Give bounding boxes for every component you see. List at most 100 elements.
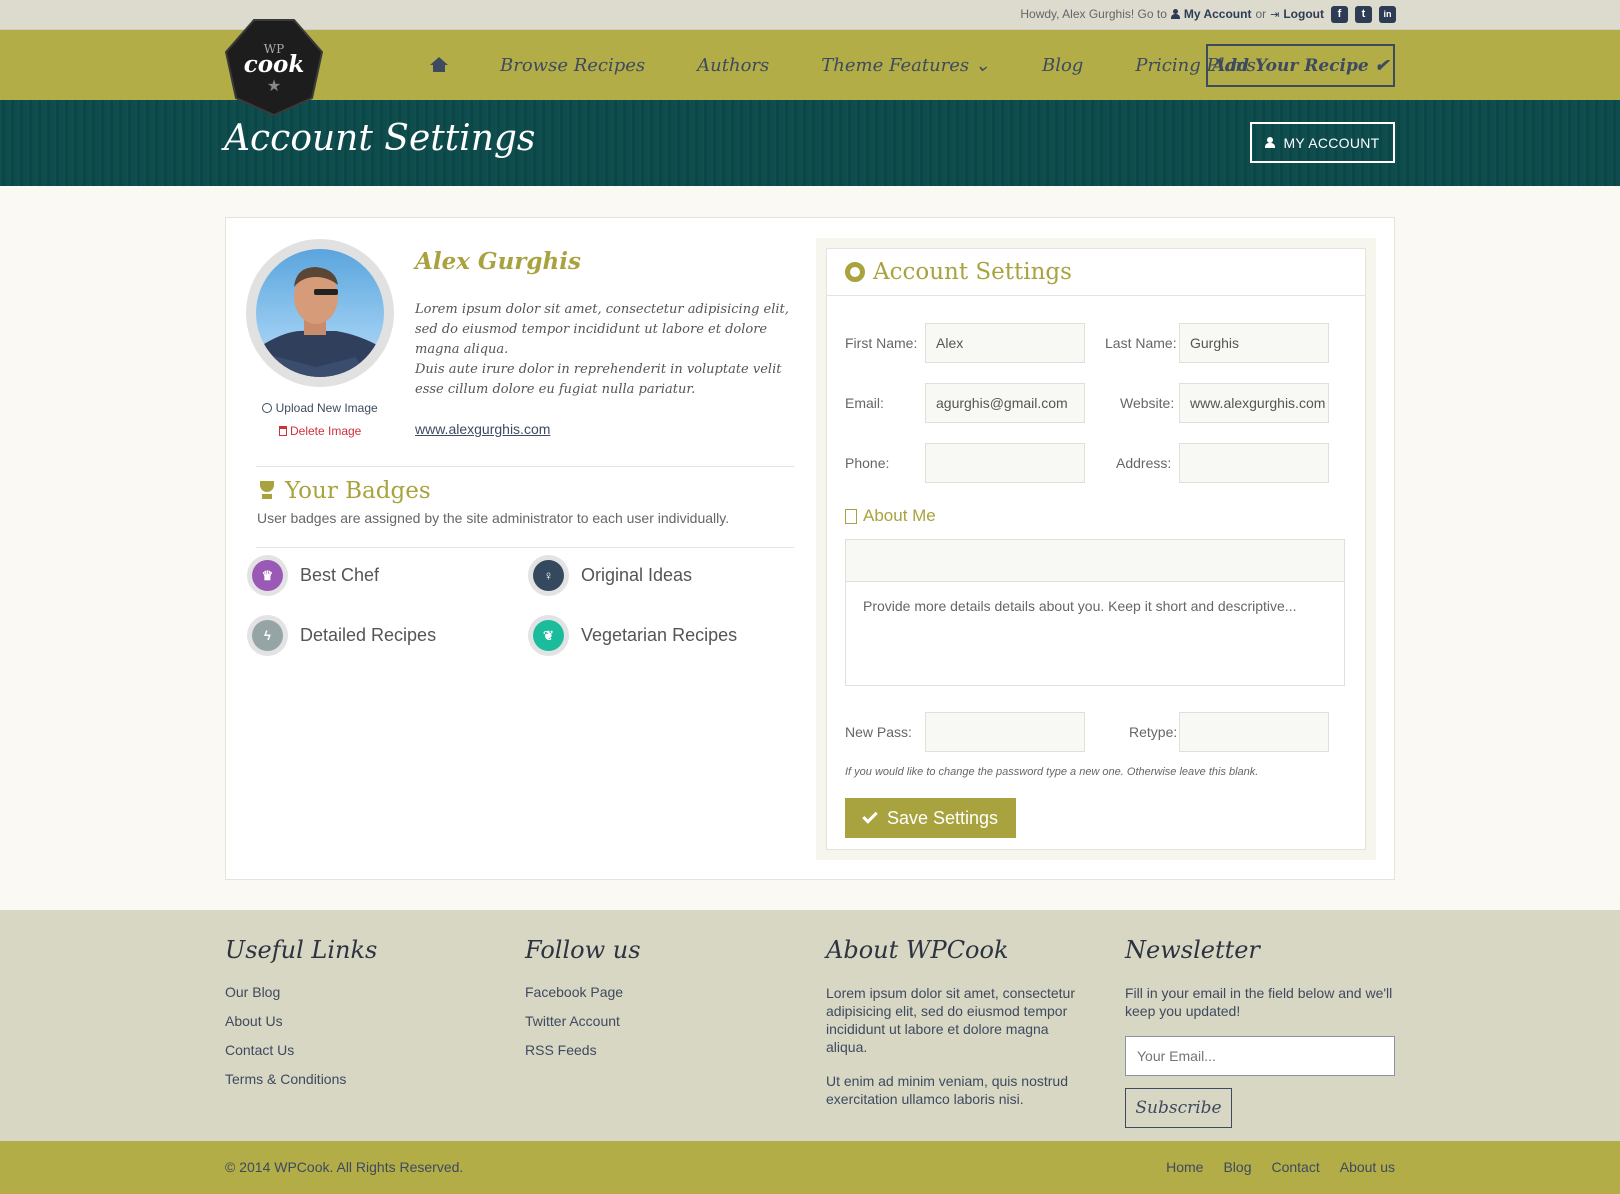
phone-input[interactable] [925,443,1085,483]
bottom-link-home[interactable]: Home [1166,1159,1203,1175]
nav-theme-features[interactable]: Theme Features ⌄ [821,55,990,76]
gear-icon [845,262,865,282]
check-icon [862,808,878,824]
check-icon: ✔ [1374,55,1389,76]
my-account-link[interactable]: My Account [1184,7,1252,21]
user-icon [1265,137,1276,148]
footer-link-about-us[interactable]: About Us [225,1013,485,1029]
badge-icon-ring: ♛ [247,555,288,596]
profile-website-link[interactable]: www.alexgurghis.com [415,421,550,437]
badge-label: Best Chef [300,565,380,585]
first-name-label: First Name: [845,335,918,351]
footer-link-rss[interactable]: RSS Feeds [525,1042,785,1058]
bottom-link-about-us[interactable]: About us [1340,1159,1395,1175]
save-settings-label: Save Settings [886,807,999,828]
footer-link-facebook[interactable]: Facebook Page [525,984,785,1000]
logout-icon: ⇥ [1270,8,1280,21]
social-links: f t in [1331,6,1396,23]
star-icon: ★ [266,78,282,95]
save-settings-button[interactable]: Save Settings [845,798,1016,838]
email-input[interactable] [925,383,1085,423]
about-me-textarea[interactable] [846,582,1344,684]
nav-browse-recipes[interactable]: Browse Recipes [500,55,645,76]
retype-label: Retype: [1129,724,1178,740]
password-note: If you would like to change the password… [845,766,1259,778]
twitter-icon[interactable]: t [1355,6,1372,23]
profile-name: Alex Gurghis [415,248,581,275]
trash-icon [278,426,287,436]
badges-description: User badges are assigned by the site adm… [257,510,730,526]
avatar-photo [256,267,384,377]
about-me-editor [845,539,1345,686]
phone-label: Phone: [845,455,890,471]
footer-about-title: About WPCook [826,936,1009,964]
settings-panel: Account Settings First Name: Last Name: … [826,248,1366,850]
first-name-input[interactable] [925,323,1085,363]
subscribe-button[interactable]: Subscribe [1125,1088,1232,1128]
my-account-button[interactable]: MY ACCOUNT [1250,122,1395,163]
last-name-input[interactable] [1179,323,1329,363]
avatar [256,249,384,377]
new-password-input[interactable] [925,712,1085,752]
main-nav: Browse Recipes Authors Theme Features ⌄ … [430,30,1308,100]
settings-title: Account Settings [845,259,1072,285]
badge-icon-ring: ♀ [528,555,569,596]
user-icon [1170,9,1180,19]
profile-bio-2: Duis aute irure dolor in reprehenderit i… [415,362,782,397]
badge-label: Detailed Recipes [300,625,437,645]
linkedin-icon[interactable]: in [1379,6,1396,23]
address-input[interactable] [1179,443,1329,483]
logout-link[interactable]: Logout [1283,7,1324,21]
settings-header: Account Settings [827,249,1365,296]
trophy-icon [257,481,277,501]
profile-bio-1: Lorem ipsum dolor sit amet, consectetur … [415,302,789,357]
account-card: Upload New Image Delete Image Alex Gurgh… [225,217,1395,880]
nav-blog[interactable]: Blog [1042,55,1083,76]
badge-original-ideas: ♀ Original Ideas [528,555,692,596]
bottom-link-contact[interactable]: Contact [1271,1159,1319,1175]
badges-title: Your Badges [257,478,431,504]
delete-image-link[interactable]: Delete Image [246,424,394,438]
footer-about-text-2: Ut enim ad minim veniam, quis nostrud ex… [826,1073,1068,1107]
avatar-ring [246,239,394,387]
upload-image-link[interactable]: Upload New Image [246,401,394,415]
newsletter-email-input[interactable] [1125,1036,1395,1076]
footer-about-text-1: Lorem ipsum dolor sit amet, consectetur … [826,985,1075,1055]
bottom-nav: Home Blog Contact About us [1166,1159,1395,1175]
lightning-icon: ϟ [252,620,283,651]
home-icon[interactable] [430,57,448,73]
divider [256,466,794,467]
badge-label: Vegetarian Recipes [581,625,738,645]
bottom-bar: © 2014 WPCook. All Rights Reserved. Home… [0,1141,1620,1194]
bottom-link-blog[interactable]: Blog [1223,1159,1251,1175]
delete-label: Delete Image [289,424,362,438]
greeting-line: Howdy, Alex Gurghis! Go to My Account or… [1020,7,1324,21]
facebook-icon[interactable]: f [1331,6,1348,23]
settings-title-text: Account Settings [873,259,1072,285]
document-icon [845,508,857,524]
lightbulb-icon: ♀ [533,560,564,591]
badge-vegetarian-recipes: ❦ Vegetarian Recipes [528,615,737,656]
badge-label: Original Ideas [581,565,693,585]
retype-password-input[interactable] [1179,712,1329,752]
last-name-label: Last Name: [1105,335,1177,351]
site-logo[interactable]: WP cook ★ [224,18,324,116]
footer: Useful Links Our Blog About Us Contact U… [0,910,1620,1141]
leaf-icon: ❦ [533,620,564,651]
settings-panel-wrapper: Account Settings First Name: Last Name: … [816,238,1376,860]
footer-link-twitter[interactable]: Twitter Account [525,1013,785,1029]
footer-link-our-blog[interactable]: Our Blog [225,984,485,1000]
nav-authors[interactable]: Authors [697,55,769,76]
badge-icon-ring: ❦ [528,615,569,656]
trophy-icon: ♛ [252,560,283,591]
badges-title-text: Your Badges [285,478,431,504]
footer-follow-title: Follow us [525,936,641,964]
editor-toolbar[interactable] [846,540,1344,582]
website-input[interactable] [1179,383,1329,423]
address-label: Address: [1116,455,1172,471]
divider [256,547,794,548]
add-recipe-button[interactable]: Add Your Recipe ✔ [1206,44,1395,87]
footer-link-contact-us[interactable]: Contact Us [225,1042,485,1058]
footer-link-terms[interactable]: Terms & Conditions [225,1071,485,1087]
logo-cook: cook [243,51,305,78]
